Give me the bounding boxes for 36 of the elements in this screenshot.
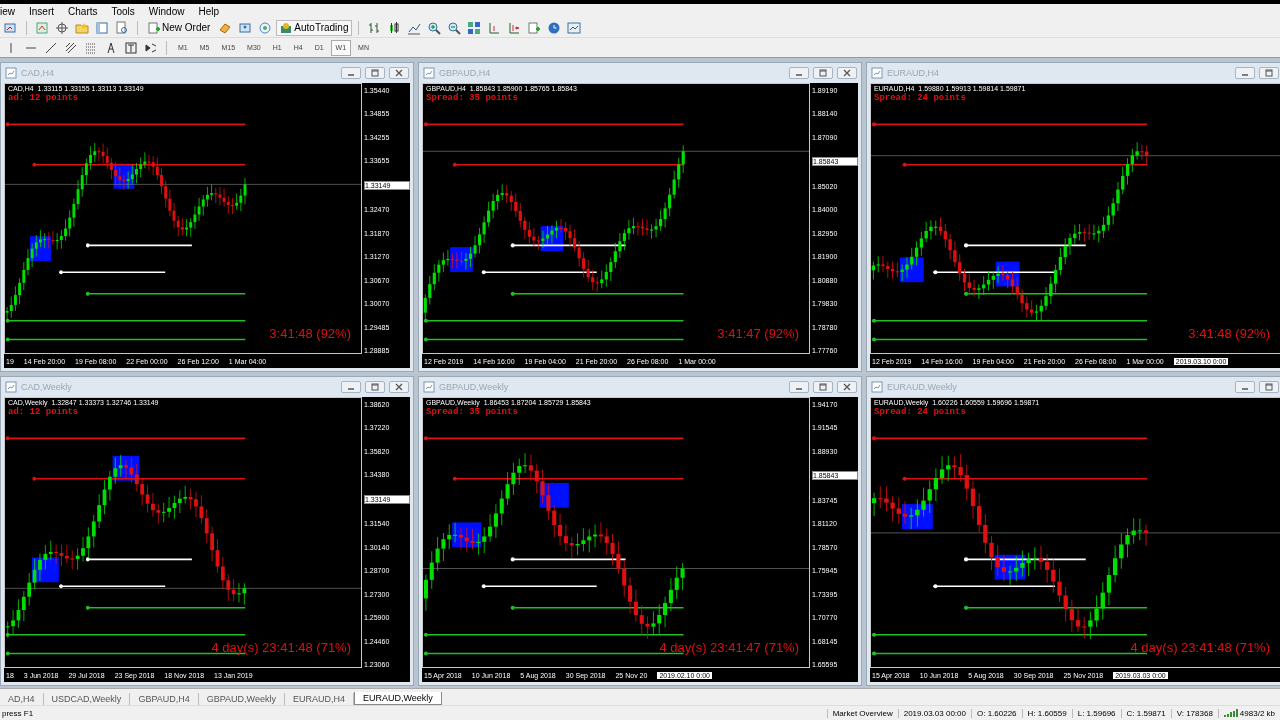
menu-item[interactable]: Charts bbox=[68, 5, 106, 17]
bar-timer: 3:41:48 (92%) bbox=[269, 326, 351, 341]
chart-tab[interactable]: EURAUD,Weekly bbox=[353, 692, 442, 705]
high-price: H: 1.60559 bbox=[1021, 708, 1072, 718]
window-title: CAD,H4 bbox=[21, 68, 55, 78]
menu-item[interactable]: Window bbox=[148, 5, 193, 17]
new-order-button[interactable]: New Order bbox=[144, 19, 215, 36]
bar-timer: 4 day(s) 23:41:48 (71%) bbox=[1130, 640, 1270, 655]
menu-item[interactable]: Tools bbox=[111, 5, 143, 17]
window-title: GBPAUD,H4 bbox=[439, 68, 492, 78]
spread-label: Spread: 24 points bbox=[874, 407, 966, 417]
autotrading-button[interactable]: AutoTrading bbox=[276, 19, 353, 36]
spread-label: ad: 12 points bbox=[8, 407, 79, 417]
help-hint: press F1 bbox=[1, 708, 35, 718]
menu-item[interactable]: Help bbox=[198, 5, 227, 17]
bar-timer: 3:41:48 (92%) bbox=[1188, 326, 1270, 341]
window-title: EURAUD,H4 bbox=[887, 68, 940, 78]
window-title: GBPAUD,Weekly bbox=[439, 382, 510, 392]
open-price: O: 1.60226 bbox=[971, 708, 1022, 718]
bar-timer: 3:41:47 (92%) bbox=[717, 326, 799, 341]
close-price: C: 1.59871 bbox=[1120, 708, 1171, 718]
bar-timer: 4 day(s) 23:41:48 (71%) bbox=[211, 640, 351, 655]
profile-label: Market Overview bbox=[826, 708, 898, 718]
bar-timer: 4 day(s) 23:41:47 (71%) bbox=[659, 640, 799, 655]
spread-label: Spread: 35 points bbox=[426, 93, 518, 103]
window-title: CAD,Weekly bbox=[21, 382, 73, 392]
window-title: EURAUD,Weekly bbox=[887, 382, 958, 392]
menu-item[interactable]: iew bbox=[0, 5, 23, 17]
menu-item[interactable]: Insert bbox=[29, 5, 63, 17]
low-price: L: 1.59696 bbox=[1071, 708, 1121, 718]
spread-label: ad: 12 points bbox=[8, 93, 79, 103]
traffic-value: 4983/2 kb bbox=[1239, 708, 1275, 718]
volume-value: V: 178368 bbox=[1170, 708, 1218, 718]
spread-label: Spread: 35 points bbox=[426, 407, 518, 417]
spread-label: Spread: 24 points bbox=[874, 93, 966, 103]
bar-time: 2019.03.03 00:00 bbox=[897, 708, 971, 718]
